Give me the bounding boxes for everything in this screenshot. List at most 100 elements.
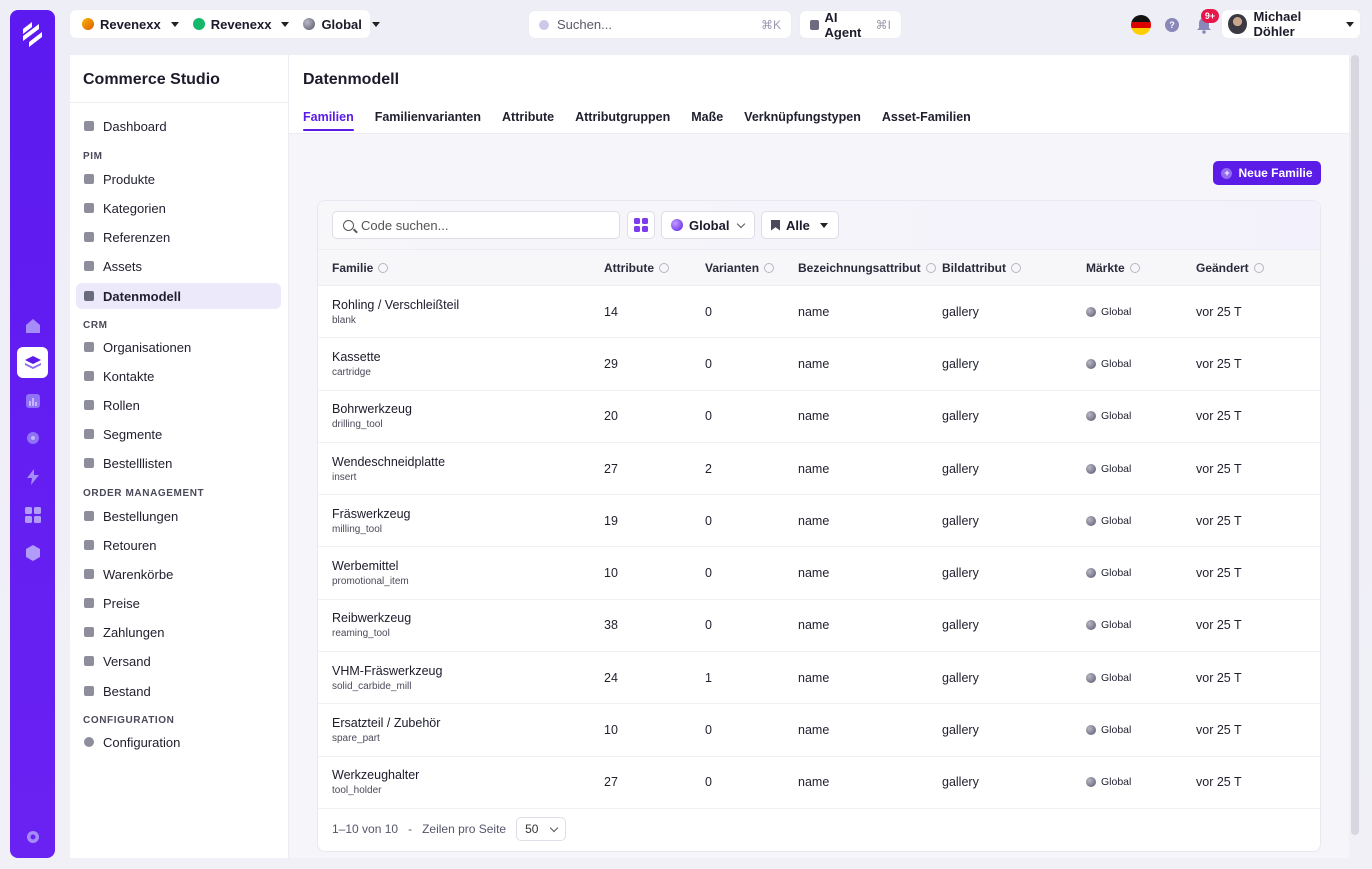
sidebar-item-datenmodell[interactable]: Datenmodell [76,283,281,309]
search-icon [343,219,354,231]
app-logo-icon[interactable] [19,20,46,47]
column-header-varianten[interactable]: Varianten [705,249,798,286]
tab-asset-familien[interactable]: Asset-Familien [882,110,971,131]
family-name[interactable]: Wendeschneidplatte [332,455,604,469]
globe-icon [1086,306,1096,317]
sort-icon [1011,262,1021,273]
code-search-input[interactable]: Code suchen... [332,211,620,239]
tab-verknuepfungstypen[interactable]: Verknüpfungstypen [744,110,861,131]
sidebar-item-bestelllisten[interactable]: Bestelllisten [76,450,281,476]
family-name[interactable]: Werbemittel [332,559,604,573]
table-row[interactable]: VHM-Fräswerkzeug solid_carbide_mill 24 1 nam… [318,651,1320,705]
cell-attribute: 27 [604,442,705,496]
cell-familie: Werbemittel promotional_item [318,546,604,600]
globe-icon [1086,411,1096,422]
global-search-placeholder: Suchen... [557,17,612,32]
table-row[interactable]: Bohrwerkzeug drilling_tool 20 0 name gallery G… [318,390,1320,443]
help-icon[interactable]: ? [1165,18,1179,32]
image-icon [84,261,94,271]
sidebar-item-warenkoerbe[interactable]: Warenkörbe [76,561,281,587]
cell-bildattribut: gallery [942,337,1086,391]
sidebar-item-organisationen[interactable]: Organisationen [76,334,281,360]
settings-gear-icon[interactable] [17,821,48,852]
sidebar-item-zahlungen[interactable]: Zahlungen [76,619,281,645]
table-row[interactable]: Ersatzteil / Zubehör spare_part 10 0 name gal… [318,703,1320,757]
sidebar-item-produkte[interactable]: Produkte [76,166,281,192]
tab-familien[interactable]: Familien [303,110,354,131]
cell-attribute: 27 [604,756,705,809]
sidebar-item-bestand[interactable]: Bestand [76,678,281,704]
family-name[interactable]: Rohling / Verschleißteil [332,298,604,312]
table-row[interactable]: Reibwerkzeug reaming_tool 38 0 name gallery Gl… [318,599,1320,653]
home-icon[interactable] [17,310,48,341]
lightning-icon[interactable] [17,461,48,492]
sidebar-title: Commerce Studio [83,71,220,88]
column-header-familie[interactable]: Familie [318,249,604,286]
column-header-attribute[interactable]: Attribute [604,249,705,286]
global-search[interactable]: Suchen... ⌘K [529,11,791,38]
cell-maerkte: Global [1086,546,1196,600]
table-row[interactable]: Wendeschneidplatte insert 27 2 name gallery Gl… [318,442,1320,496]
apps-grid-icon[interactable] [17,499,48,530]
sidebar-item-preise[interactable]: Preise [76,590,281,616]
sidebar-item-kontakte[interactable]: Kontakte [76,363,281,389]
column-header-bezeichnungsattribut[interactable]: Bezeichnungsattribut [798,249,942,286]
rows-per-page-select[interactable]: 50 [516,817,567,841]
ai-agent-button[interactable]: AI Agent ⌘I [800,10,901,40]
cell-varianten: 0 [705,756,798,809]
sidebar-item-configuration[interactable]: Configuration [76,729,281,755]
column-header-bildattribut[interactable]: Bildattribut [942,249,1086,286]
column-header-geaendert[interactable]: Geändert [1196,249,1320,286]
box-icon[interactable] [17,537,48,568]
family-name[interactable]: Fräswerkzeug [332,507,604,521]
new-family-button[interactable]: + Neue Familie [1213,161,1321,185]
column-header-maerkte[interactable]: Märkte [1086,249,1196,286]
view-toggle-grid-icon[interactable] [627,211,655,239]
table-row[interactable]: Fräswerkzeug milling_tool 19 0 name gallery Gl… [318,494,1320,548]
search-shortcut: ⌘K [760,17,781,32]
cell-geaendert: vor 25 T [1196,599,1320,653]
table-row[interactable]: Kassette cartridge 29 0 name gallery Global vor… [318,337,1320,391]
tab-attributgruppen[interactable]: Attributgruppen [575,110,670,131]
family-name[interactable]: VHM-Fräswerkzeug [332,664,604,678]
cell-bildattribut: gallery [942,285,1086,339]
user-menu[interactable]: Michael Döhler [1222,9,1360,39]
language-flag-icon[interactable] [1131,15,1151,35]
family-name[interactable]: Bohrwerkzeug [332,402,604,416]
sidebar-item-segmente[interactable]: Segmente [76,421,281,447]
layers-icon[interactable] [17,347,48,378]
family-name[interactable]: Werkzeughalter [332,768,604,782]
page-scrollbar[interactable] [1351,55,1359,835]
channel-selector[interactable]: Revenexx [187,13,296,35]
sidebar-item-bestellungen[interactable]: Bestellungen [76,503,281,529]
tab-familienvarianten[interactable]: Familienvarianten [375,110,481,131]
location-icon[interactable] [17,423,48,454]
sidebar-item-referenzen[interactable]: Referenzen [76,224,281,250]
family-name[interactable]: Ersatzteil / Zubehör [332,716,604,730]
tab-attribute[interactable]: Attribute [502,110,554,131]
family-name[interactable]: Reibwerkzeug [332,611,604,625]
tab-masse[interactable]: Maße [691,110,723,131]
family-code: promotional_item [332,576,409,588]
sidebar-item-versand[interactable]: Versand [76,648,281,674]
chevron-down-icon [550,823,559,832]
sidebar-item-retouren[interactable]: Retouren [76,532,281,558]
sidebar-item-rollen[interactable]: Rollen [76,392,281,418]
sidebar-item-kategorien[interactable]: Kategorien [76,195,281,221]
org-selector[interactable]: Revenexx [76,13,185,35]
cell-attribute: 14 [604,285,705,339]
sidebar-item-assets[interactable]: Assets [76,253,281,279]
cell-varianten: 0 [705,546,798,600]
table-row[interactable]: Werkzeughalter tool_holder 27 0 name gallery G… [318,756,1320,809]
market-filter[interactable]: Global [661,211,755,239]
cell-attribute: 10 [604,703,705,757]
table-row[interactable]: Rohling / Verschleißteil blank 14 0 name gall… [318,285,1320,339]
table-row[interactable]: Werbemittel promotional_item 10 0 name galler… [318,546,1320,600]
status-filter[interactable]: Alle [761,211,839,239]
family-name[interactable]: Kassette [332,350,604,364]
analytics-icon[interactable] [17,385,48,416]
sidebar-item-dashboard[interactable]: Dashboard [76,113,281,139]
cell-maerkte: Global [1086,756,1196,809]
tab-bar: Familien Familienvarianten Attribute Att… [303,110,971,131]
market-selector[interactable]: Global [297,13,385,35]
